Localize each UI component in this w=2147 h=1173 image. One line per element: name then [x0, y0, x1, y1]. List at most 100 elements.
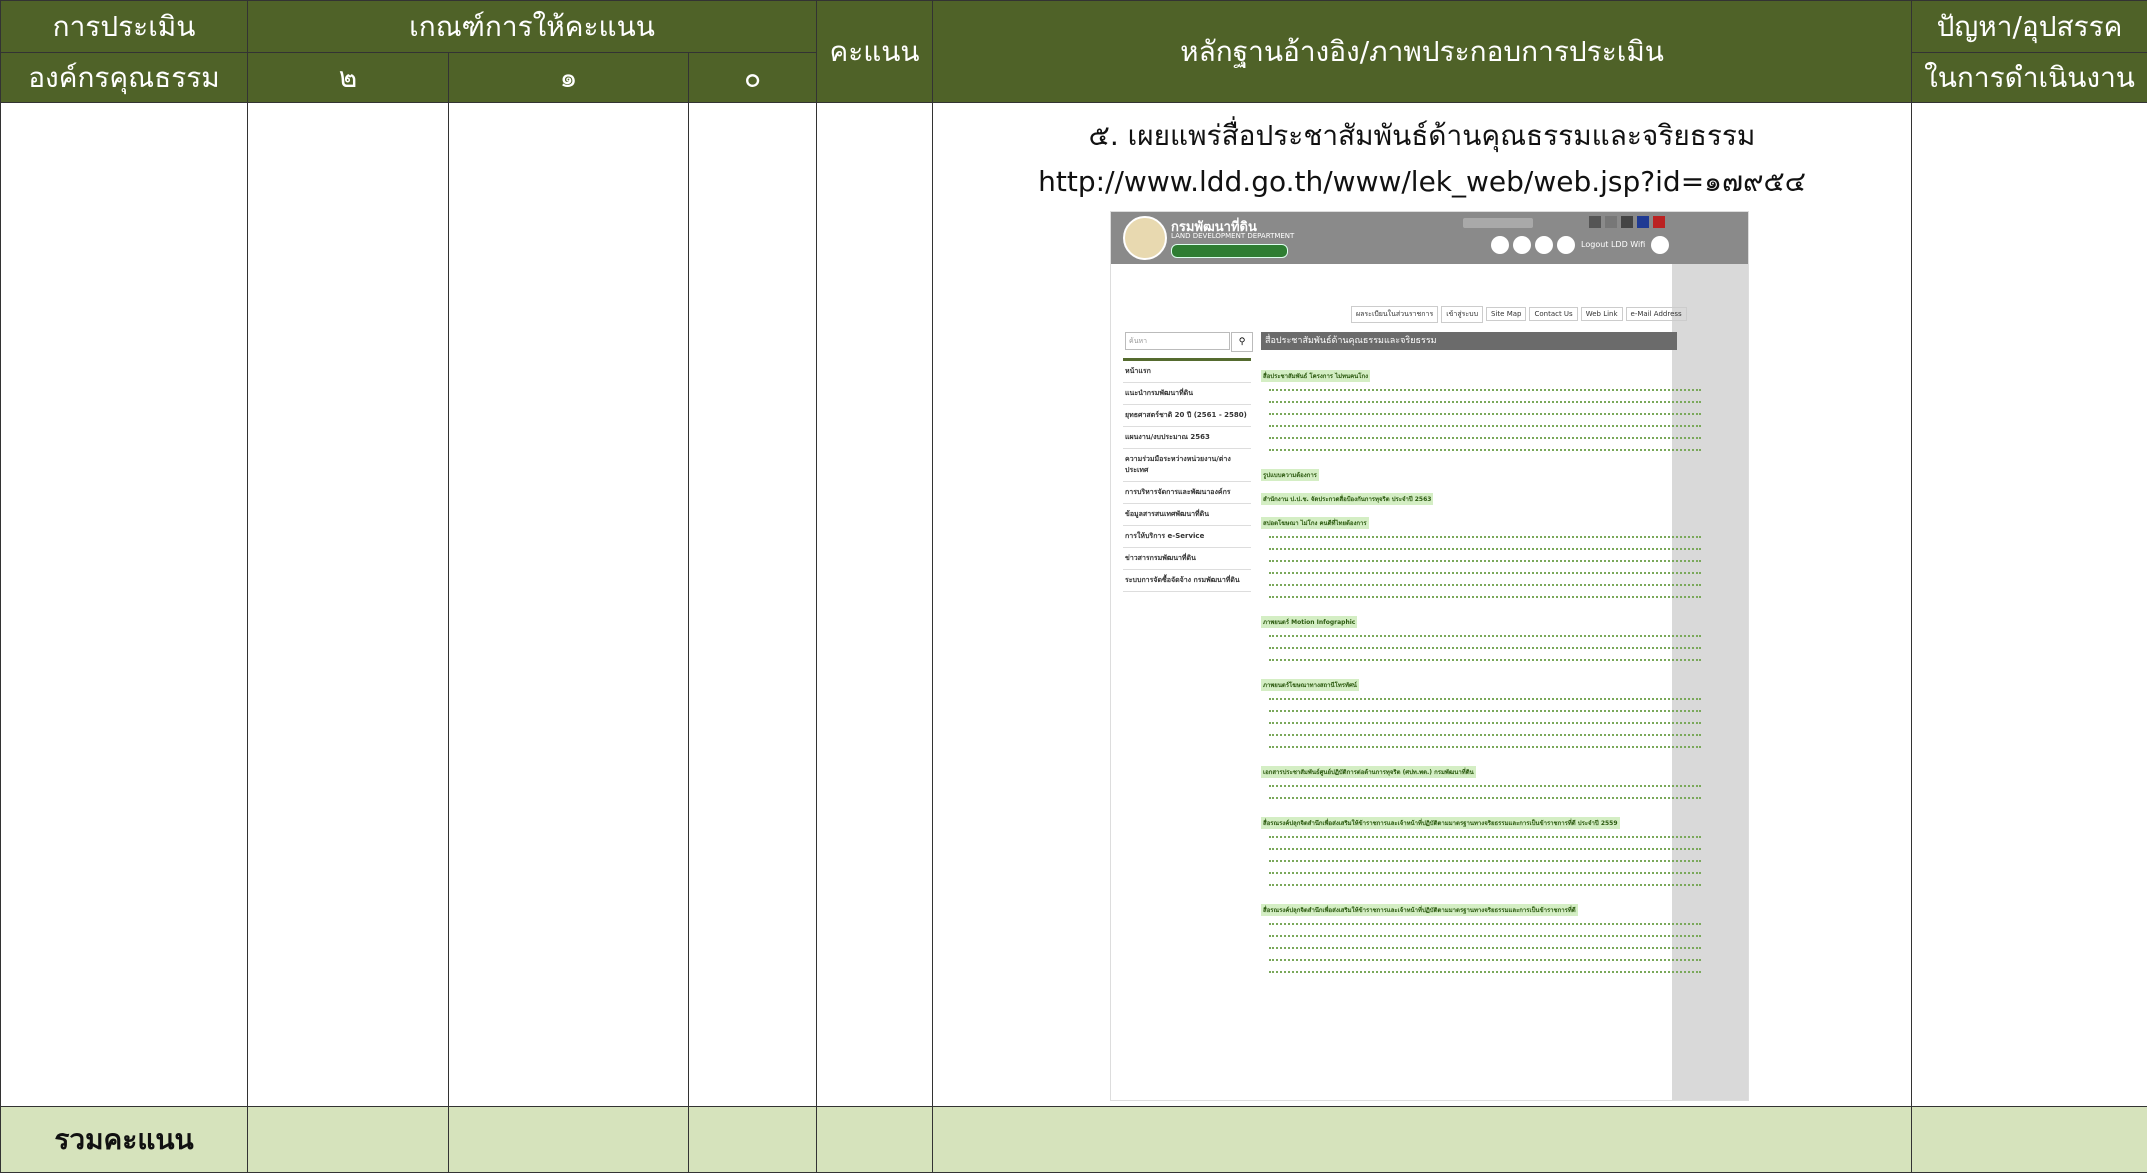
page: การประเมิน เกณฑ์การให้คะแนน คะแนน หลักฐา… — [0, 0, 2147, 1173]
nav-link: Contact Us — [1529, 307, 1578, 321]
section-heading: รูปแบบความต้องการ — [1261, 469, 1319, 481]
screenshot-org-name-en: LAND DEVELOPMENT DEPARTMENT — [1171, 232, 1295, 240]
menu-item: ข่าวสารกรมพัฒนาที่ดิน — [1123, 548, 1252, 570]
footer-evidence — [932, 1106, 1913, 1173]
content-line — [1269, 659, 1702, 668]
nav-link: เข้าสู่ระบบ — [1441, 306, 1484, 323]
section-heading: ภาพยนตร์โฆษณาทางสถานีโทรทัศน์ — [1261, 679, 1359, 691]
content-line — [1269, 734, 1702, 743]
criteria-2-label: ๒ — [338, 60, 358, 94]
ldd-logo-icon — [1123, 216, 1168, 260]
content-line — [1269, 425, 1702, 434]
screenshot-content: สื่อประชาสัมพันธ์ โครงการ ไม่ทนคนโกง รูป… — [1261, 362, 1702, 983]
header-problems-line1: ปัญหา/อุปสรรค — [1936, 9, 2123, 43]
home-icon — [1491, 236, 1510, 254]
footer-problems — [1911, 1106, 2147, 1173]
cell-criteria-1 — [448, 102, 689, 1107]
header-criteria-1: ๑ — [448, 52, 689, 103]
content-line — [1269, 785, 1702, 794]
header-assessment-line1: การประเมิน — [52, 9, 196, 43]
footer-criteria-1 — [448, 1106, 689, 1173]
header-score-label: คะแนน — [829, 34, 920, 68]
header-criteria-2: ๒ — [247, 52, 449, 103]
content-line — [1269, 935, 1702, 944]
criteria-1-label: ๑ — [559, 60, 578, 94]
header-evidence: หลักฐานอ้างอิง/ภาพประกอบการประเมิน — [932, 0, 1913, 103]
content-line — [1269, 923, 1702, 932]
section-heading: สื่อรณรงค์ปลุกจิตสำนึกเพื่อส่งเสริมให้ข้… — [1261, 904, 1578, 916]
mail-icon — [1513, 236, 1532, 254]
evaluation-table: การประเมิน เกณฑ์การให้คะแนน คะแนน หลักฐา… — [0, 0, 2147, 1173]
content-line — [1269, 635, 1702, 644]
total-score-label: รวมคะแนน — [54, 1122, 194, 1156]
nav-link: Web Link — [1580, 307, 1623, 321]
menu-item: ความร่วมมือระหว่างหน่วยงาน/ต่างประเทศ — [1123, 449, 1252, 482]
section-heading: เอกสารประชาสัมพันธ์ศูนย์ปฏิบัติการต่อต้า… — [1261, 766, 1476, 778]
content-line — [1269, 413, 1702, 422]
menu-item: ระบบการจัดซื้อจัดจ้าง กรมพัฒนาที่ดิน — [1123, 570, 1252, 592]
website-screenshot: กรมพัฒนาที่ดิน LAND DEVELOPMENT DEPARTME… — [1110, 211, 1750, 1101]
content-line — [1269, 710, 1702, 719]
menu-item: แผนงาน/งบประมาณ 2563 — [1123, 427, 1252, 449]
content-line — [1269, 389, 1702, 398]
content-line — [1269, 836, 1702, 845]
screenshot-page-heading: สื่อประชาสัมพันธ์ด้านคุณธรรมและจริยธรรม — [1261, 332, 1678, 350]
content-line — [1269, 449, 1702, 458]
header-problems: ปัญหา/อุปสรรค — [1911, 0, 2147, 53]
nav-link: ผลระเบียนในส่วนราชการ — [1351, 306, 1439, 323]
flag-th-icon — [1637, 216, 1650, 228]
screenshot-nav-links: ผลระเบียนในส่วนราชการ เข้าสู่ระบบ Site Map… — [1351, 306, 1690, 323]
cell-assessment — [0, 102, 248, 1107]
content-line — [1269, 437, 1702, 446]
content-line — [1269, 596, 1702, 605]
power-icon — [1651, 236, 1670, 254]
menu-item: ยุทธศาสตร์ชาติ 20 ปี (2561 - 2580) — [1123, 405, 1252, 427]
content-line — [1269, 536, 1702, 545]
content-line — [1269, 959, 1702, 968]
criteria-0-label: ๐ — [743, 60, 762, 94]
content-line — [1269, 722, 1702, 731]
nav-link: e-Mail Address — [1625, 307, 1687, 321]
contrast-icon — [1621, 216, 1634, 228]
content-line — [1269, 884, 1702, 893]
cell-problems — [1911, 102, 2147, 1107]
header-criteria: เกณฑ์การให้คะแนน — [246, 0, 818, 53]
header-score: คะแนน — [816, 0, 934, 103]
search-icon: ⚲ — [1231, 332, 1254, 352]
nav-link: Site Map — [1486, 307, 1527, 321]
header-criteria-label: เกณฑ์การให้คะแนน — [409, 9, 655, 43]
content-line — [1269, 548, 1702, 557]
section-heading: ภาพยนตร์ Motion Infographic — [1261, 616, 1358, 628]
header-assessment-line2: องค์กรคุณธรรม — [28, 60, 220, 94]
screenshot-side-menu: หน้าแรก แนะนำกรมพัฒนาที่ดิน ยุทธศาสตร์ชา… — [1123, 358, 1252, 592]
flag-en-icon — [1653, 216, 1666, 228]
header-problems-line2: ในการดำเนินงาน — [1924, 60, 2135, 94]
evidence-url[interactable]: http://www.ldd.go.th/www/lek_web/web.jsp… — [933, 159, 1911, 205]
header-problems-row2: ในการดำเนินงาน — [1911, 52, 2147, 103]
section-heading: สื่อรณรงค์ปลุกจิตสำนึกเพื่อส่งเสริมให้ข้… — [1261, 817, 1620, 829]
rss-icon — [1557, 236, 1576, 254]
content-line — [1269, 971, 1702, 980]
font-size-icon — [1605, 216, 1618, 228]
section-heading: สปอตโฆษณา ไม่โกง คนดีที่ไทยต้องการ — [1261, 517, 1369, 529]
menu-item: แนะนำกรมพัฒนาที่ดิน — [1123, 383, 1252, 405]
footer-criteria-2 — [247, 1106, 449, 1173]
menu-item: ข้อมูลสารสนเทศพัฒนาที่ดิน — [1123, 504, 1252, 526]
content-line — [1269, 947, 1702, 956]
cell-evidence: ๕. เผยแพร่สื่อประชาสัมพันธ์ด้านคุณธรรมแล… — [932, 102, 1913, 1107]
font-size-icon — [1589, 216, 1602, 228]
menu-item: การบริหารจัดการและพัฒนาองค์กร — [1123, 482, 1252, 504]
content-line — [1269, 848, 1702, 857]
footer-criteria-0 — [687, 1106, 818, 1173]
evidence-title: ๕. เผยแพร่สื่อประชาสัมพันธ์ด้านคุณธรรมแล… — [1088, 119, 1756, 152]
header-evidence-label: หลักฐานอ้างอิง/ภาพประกอบการประเมิน — [1180, 34, 1664, 68]
footer-total-label-cell: รวมคะแนน — [0, 1106, 248, 1173]
footer-score — [816, 1106, 934, 1173]
screenshot-banner-pill — [1171, 244, 1289, 258]
menu-item: การให้บริการ e-Service — [1123, 526, 1252, 548]
cell-criteria-2 — [247, 102, 449, 1107]
menu-item: หน้าแรก — [1123, 361, 1252, 383]
content-line — [1269, 698, 1702, 707]
cell-criteria-0 — [687, 102, 818, 1107]
content-line — [1269, 860, 1702, 869]
